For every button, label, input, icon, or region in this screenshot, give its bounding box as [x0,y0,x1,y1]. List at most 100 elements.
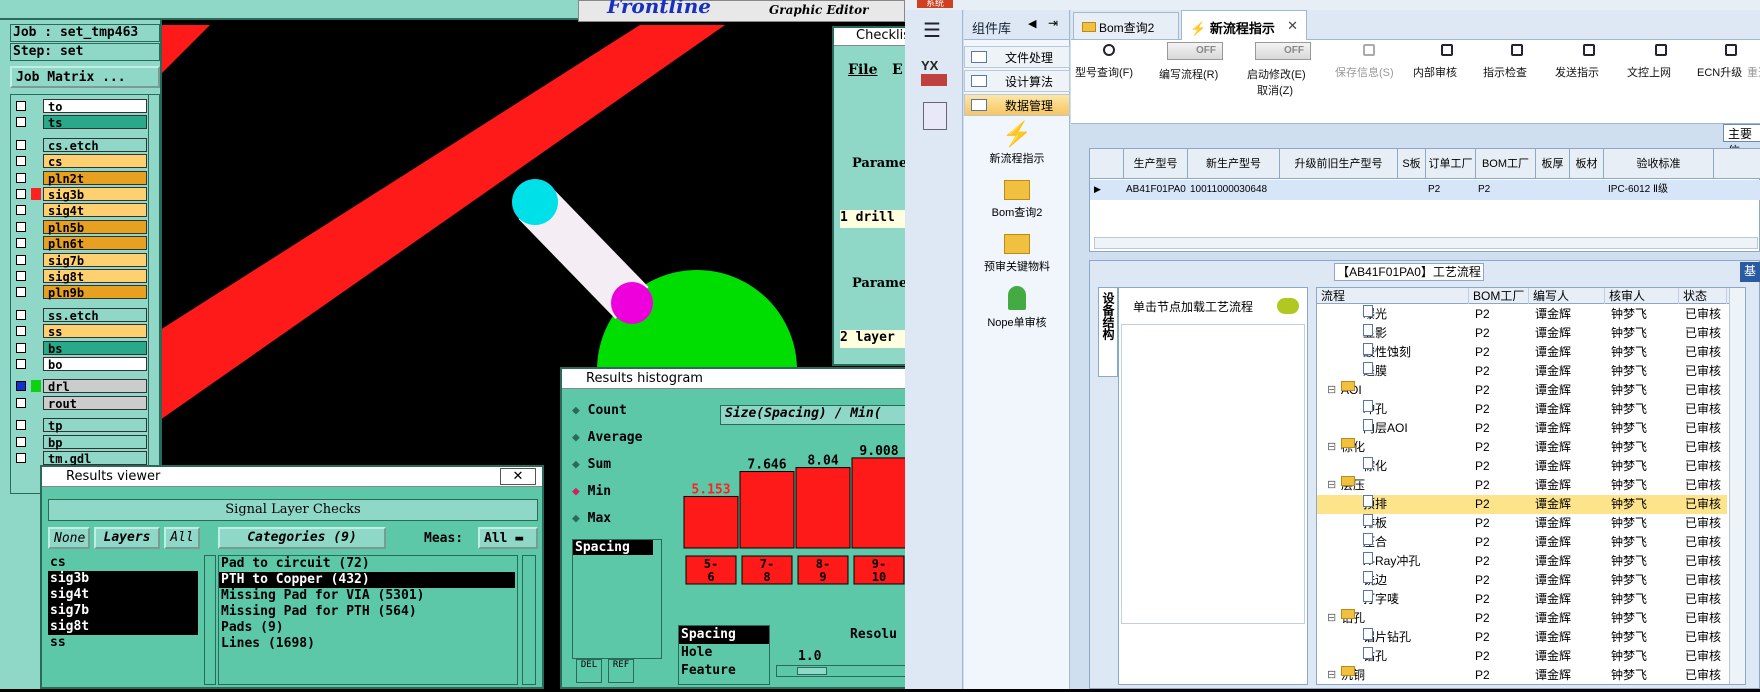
layer-checkbox[interactable] [16,254,26,265]
tree-row[interactable]: ⊟钻孔P2谭金辉钟梦飞已审核 [1317,609,1727,628]
hist-list-item[interactable]: Spacing [573,540,653,555]
all-button[interactable]: All [164,527,200,549]
resolution-slider[interactable] [776,665,906,677]
layer-checkbox[interactable] [16,436,26,447]
layer-checkbox[interactable] [16,205,26,216]
tree-vscroll[interactable] [1729,288,1745,684]
launch-item[interactable]: Nope单审核 [964,282,1070,334]
pin-icon[interactable]: ⇥ [1048,16,1058,30]
layer-checkbox[interactable] [16,342,26,353]
menu-icon[interactable]: ☰ [923,18,941,43]
grid-header-cell[interactable]: 订单工厂 [1426,149,1476,179]
launch-item[interactable]: 预审关键物料 [964,228,1070,280]
layer-checkbox[interactable] [16,359,26,369]
close-icon[interactable]: ✕ [1287,18,1298,34]
tree-row[interactable]: 打字唛 P2 谭金辉 钟梦飞 已审核 [1317,590,1727,609]
del-button[interactable]: DEL [576,659,602,683]
layer-checkbox[interactable] [16,221,26,232]
layer-list-item[interactable]: ss [48,635,198,651]
bottom-list-item[interactable]: Spacing [679,626,769,644]
tree-row[interactable]: ⊟层压P2谭金辉钟梦飞已审核 [1317,476,1727,495]
layer-row[interactable]: ts [43,115,147,130]
grid-header-cell[interactable]: 新生产型号 [1188,149,1280,179]
layers-tab[interactable]: Layers [94,527,160,549]
grid-header-cell[interactable]: 升级前旧生产型号 [1280,149,1398,179]
layer-checkbox[interactable] [16,381,26,392]
category-list-item[interactable]: PTH to Copper (432) [219,572,515,588]
tree-row[interactable]: 排板 P2 谭金辉 钟梦飞 已审核 [1317,514,1727,533]
layer-row[interactable]: bs [43,340,147,356]
tree-row[interactable]: ⊟棕化P2谭金辉钟梦飞已审核 [1317,438,1727,457]
layer-row[interactable]: rout [43,395,147,411]
tree-row[interactable]: 压合 P2 谭金辉 钟梦飞 已审核 [1317,533,1727,552]
bottom-list-item[interactable]: Hole [679,644,769,662]
layer-checkbox[interactable] [16,287,26,298]
close-icon[interactable]: ✕ [500,468,536,485]
layer-checkbox[interactable] [16,172,26,183]
collapse-node-icon[interactable]: ⊟ [1327,609,1336,628]
checklist-menu-edit[interactable]: E [892,62,903,78]
layer-row[interactable]: tp [43,418,147,433]
grid-header-cell[interactable]: 验收标准 [1604,149,1714,179]
process-tree[interactable]: 流程 BOM工厂 编写人 核审人 状态 曝光 P2 谭金辉 钟梦飞 已审核 显影 P2 谭金辉 钟梦飞已… [1316,287,1746,685]
toolbar-button[interactable]: 重选 [1747,42,1760,112]
stat-option[interactable]: ◆ Sum [572,451,672,478]
grid-cell[interactable] [1398,180,1426,200]
tree-row[interactable]: 预排 P2 谭金辉 钟梦飞 已审核 [1317,495,1727,514]
layer-row[interactable]: pln5b [43,219,147,235]
stat-option[interactable]: ◆ Max [572,505,672,532]
grid-header-cell[interactable]: 板材 [1570,149,1604,179]
grid-cell[interactable]: IPC-6012 Ⅱ级 [1604,180,1714,200]
bottom-list-item[interactable]: Feature [679,662,769,680]
layer-row[interactable]: pln9b [43,285,147,300]
layer-row[interactable]: pln2t [43,170,147,186]
categories-scrollbar[interactable] [522,555,536,685]
layer-list-item[interactable]: sig8t [48,619,198,635]
layer-row[interactable]: to [43,99,147,114]
grid-cell[interactable] [1536,180,1570,200]
tree-row[interactable]: ⊟沉铜P2谭金辉钟梦飞已审核 [1317,666,1727,684]
tab-new-process[interactable]: ⚡ 新流程指示 ✕ [1181,10,1307,41]
layer-scrollbar[interactable] [148,94,160,494]
layer-checkbox[interactable] [16,271,26,281]
grid-header-cell[interactable]: 生产型号 [1124,149,1188,179]
layer-list[interactable]: to ts cs.etch cs pln2t sig3b sig4t pln5b pln6t si… [10,94,150,494]
bottom-list[interactable]: Spacing Hole Feature [678,625,770,685]
calculator-icon[interactable] [923,102,947,130]
toolbar-button[interactable]: 发送指示 [1555,42,1635,112]
toolbar-button[interactable]: 指示检查 [1483,42,1563,112]
grid-cell[interactable] [1570,180,1604,200]
layers-scrollbar[interactable] [204,555,216,685]
layer-row[interactable]: ss.etch [43,307,147,323]
checklist-menu-file[interactable]: File [848,62,877,78]
layer-row[interactable]: sig7b [43,252,147,268]
layer-list-item[interactable]: cs [48,555,198,571]
histogram-bar[interactable] [683,495,739,549]
layer-checkbox[interactable] [16,397,26,408]
grid-header-cell[interactable]: BOM工厂 [1476,149,1536,179]
tree-header-cell[interactable]: BOM工厂 [1471,288,1529,304]
histogram-bar[interactable] [795,467,851,549]
layer-row[interactable]: tm.gdl [43,451,147,466]
meas-select[interactable]: All ▬ [478,527,538,549]
stat-option[interactable]: ◆ Count [572,397,672,424]
layer-checkbox[interactable] [16,139,26,150]
sidebar-item[interactable]: 文件处理 [964,46,1070,68]
layer-checkbox[interactable] [16,101,26,111]
device-structure-tab[interactable]: 设备结构 [1098,287,1118,377]
layer-checkbox[interactable] [16,238,26,249]
collapse-node-icon[interactable]: ⊟ [1327,381,1336,400]
layers-list[interactable]: cs sig3b sig4t sig7b sig8t ss [48,555,202,685]
tree-row[interactable]: X-Ray冲孔 P2 谭金辉 钟梦飞 已审核 [1317,552,1727,571]
collapse-node-icon[interactable]: ⊟ [1327,666,1336,684]
tree-row[interactable]: 显影 P2 谭金辉 钟梦飞 已审核 [1317,324,1727,343]
layer-checkbox[interactable] [16,156,26,167]
layer-row[interactable]: cs.etch [43,137,147,153]
layer-row[interactable]: bo [43,357,147,372]
categories-tab[interactable]: Categories (9) [218,527,386,549]
tab-bom-query[interactable]: Bom查询2 [1073,12,1179,40]
grid-hscroll[interactable] [1094,237,1758,249]
toolbar-button[interactable]: OFF 编写流程(R) [1159,42,1239,112]
right-edge-tab[interactable]: 基 [1740,262,1760,282]
yx-icon[interactable]: YX [921,58,951,92]
